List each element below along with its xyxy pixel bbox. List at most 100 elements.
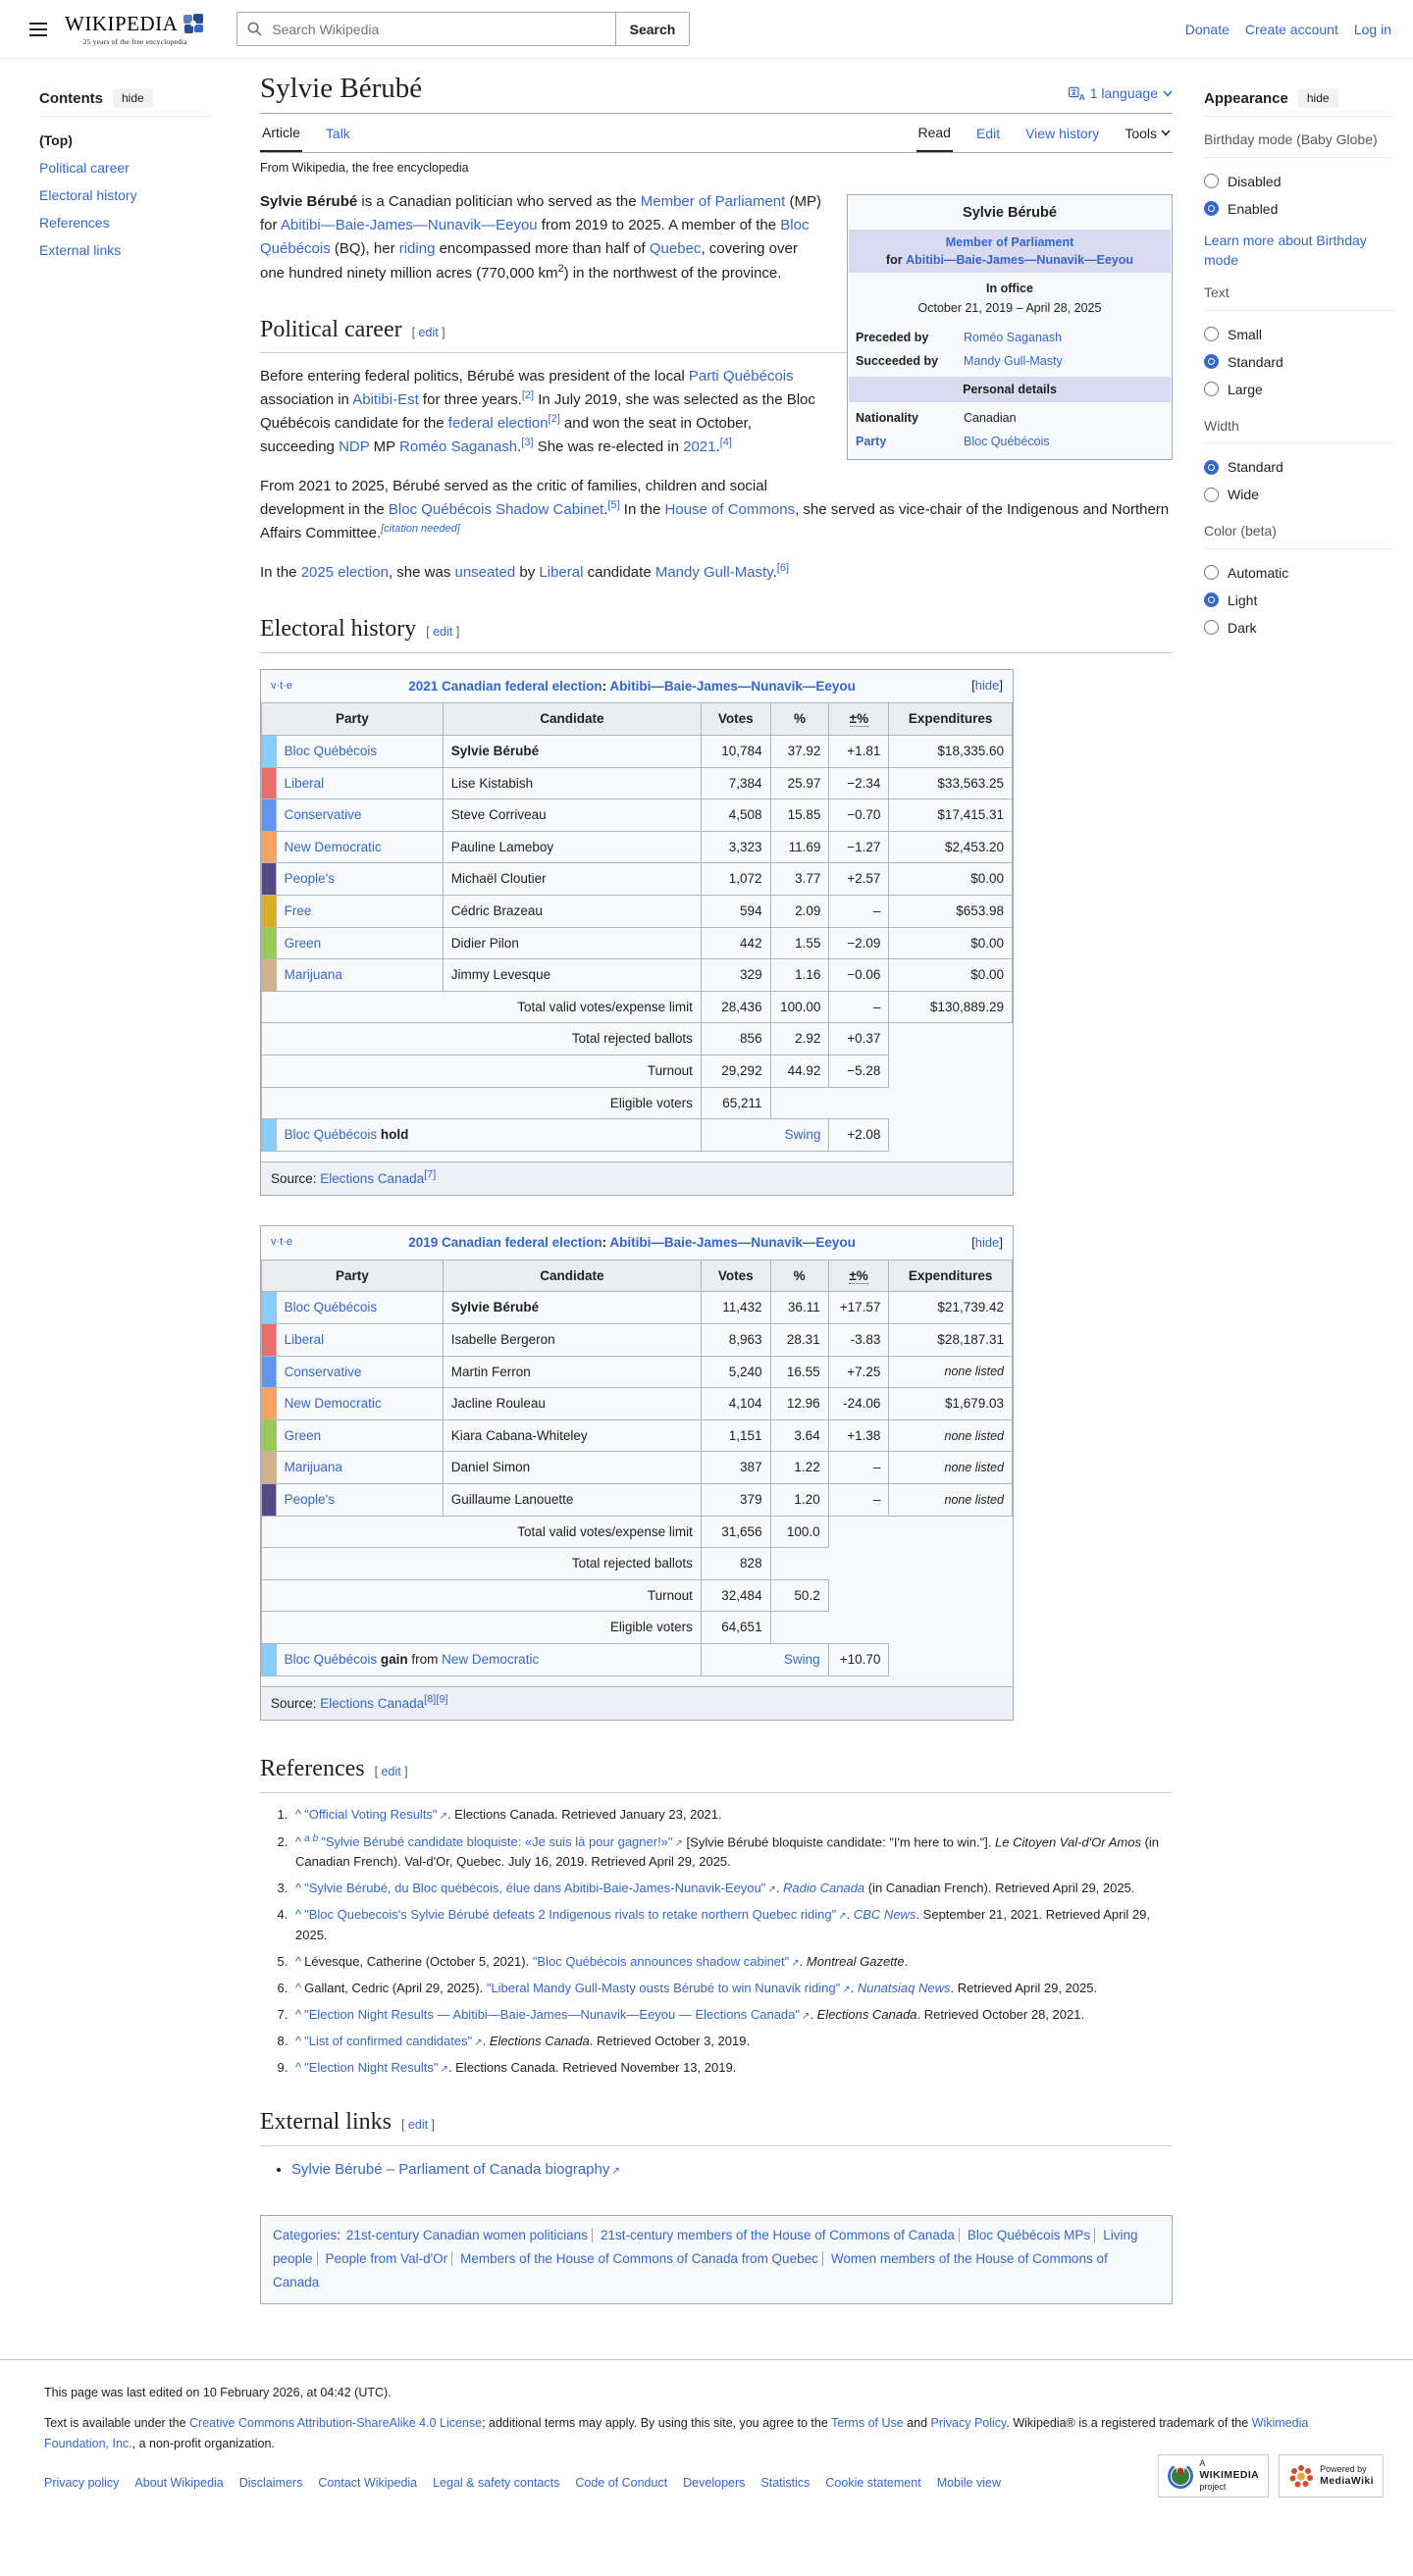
wiki-link[interactable]: Elections Canada (320, 1171, 424, 1186)
tab-edit[interactable]: Edit (974, 114, 1002, 152)
appearance-hide-button[interactable]: hide (1297, 88, 1338, 108)
radio-checked-icon[interactable] (1204, 592, 1219, 608)
election-link[interactable]: 2019 Canadian federal election (408, 1235, 602, 1250)
party-link[interactable]: Bloc Québécois (285, 1300, 378, 1314)
wiki-link[interactable]: Abitibi—Baie-James—Nunavik—Eeyou (281, 217, 538, 233)
citation-ref-link[interactable]: [4] (720, 437, 732, 448)
party-link[interactable]: Marijuana (285, 967, 342, 982)
wiki-link[interactable]: Mandy Gull-Masty (655, 564, 773, 581)
swing-link[interactable]: Swing (785, 1127, 821, 1142)
radio-option-standard[interactable]: Standard (1204, 453, 1393, 481)
backref-caret-link[interactable]: ^ (295, 1907, 301, 1922)
footer-link-about-wikipedia[interactable]: About Wikipedia (134, 2476, 223, 2490)
riding-link[interactable]: Abitibi—Baie-James—Nunavik—Eeyou (609, 1235, 856, 1250)
wiki-link[interactable]: 2021 (683, 438, 715, 455)
tab-read[interactable]: Read (916, 114, 953, 152)
radio-unchecked-icon[interactable] (1204, 382, 1219, 397)
wiki-link[interactable]: NDP (339, 438, 369, 455)
party-link[interactable]: New Democratic (285, 840, 382, 854)
party-link[interactable]: Free (285, 903, 312, 918)
wiki-link[interactable]: Roméo Saganash (964, 331, 1062, 344)
party-link[interactable]: Green (285, 1428, 322, 1443)
wiki-link[interactable]: Elections Canada (320, 1696, 424, 1711)
radio-option-wide[interactable]: Wide (1204, 481, 1393, 508)
vte-link[interactable]: t (280, 1236, 283, 1248)
backref-caret-link[interactable]: ^ (295, 1954, 301, 1969)
wiki-link[interactable]: Bloc Québécois Shadow Cabinet (389, 501, 603, 518)
edit-link[interactable]: edit (419, 326, 439, 339)
radio-option-standard[interactable]: Standard (1204, 348, 1393, 376)
external-link[interactable]: "Liberal Mandy Gull-Masty ousts Bérubé t… (487, 1981, 851, 1995)
party-link[interactable]: Liberal (285, 1332, 325, 1347)
category-link[interactable]: 21st-century Canadian women politicians (346, 2228, 588, 2242)
contents-hide-button[interactable]: hide (113, 88, 153, 108)
wiki-link[interactable]: Quebec (650, 240, 702, 257)
wiki-link[interactable]: Mandy Gull-Masty (964, 354, 1063, 368)
external-link[interactable]: "List of confirmed candidates" (304, 2034, 483, 2048)
wiki-link[interactable]: Creative Commons Attribution-ShareAlike … (189, 2416, 482, 2430)
radio-unchecked-icon[interactable] (1204, 565, 1219, 581)
log-in-link[interactable]: Log in (1354, 22, 1391, 37)
backref-caret-link[interactable]: ^ (295, 2060, 301, 2075)
tab-tools[interactable]: Tools (1123, 114, 1173, 152)
footer-link-statistics[interactable]: Statistics (760, 2476, 810, 2490)
hide-link[interactable]: hide (975, 678, 1000, 693)
wiki-link[interactable]: riding (399, 240, 436, 257)
backref-caret-link[interactable]: ^ (295, 1880, 301, 1895)
external-link[interactable]: "Sylvie Bérubé candidate bloquiste: «Je … (321, 1834, 683, 1849)
office-link[interactable]: Member of Parliament (946, 235, 1074, 249)
wiki-link[interactable]: Radio Canada (783, 1880, 864, 1895)
wiki-link[interactable]: Party (856, 435, 886, 448)
radio-option-automatic[interactable]: Automatic (1204, 559, 1393, 587)
election-link[interactable]: 2021 Canadian federal election (408, 679, 602, 694)
wiki-link[interactable]: Nunatsiaq News (858, 1981, 951, 1995)
party-link[interactable]: Bloc Québécois (285, 744, 378, 758)
party-link[interactable]: Conservative (285, 1365, 362, 1379)
hamburger-menu-icon[interactable] (29, 22, 47, 36)
party-link[interactable]: People's (285, 1492, 335, 1507)
external-link[interactable]: "Bloc Québécois announces shadow cabinet… (533, 1954, 800, 1969)
radio-checked-icon[interactable] (1204, 201, 1219, 217)
citation-ref-link[interactable]: [8][9] (424, 1693, 447, 1705)
citation-ref-link[interactable]: [5] (607, 499, 619, 511)
backref-caret-link[interactable]: ^ (295, 1834, 301, 1849)
external-link[interactable]: "Bloc Quebecois's Sylvie Bérubé defeats … (304, 1907, 847, 1922)
category-link[interactable]: People from Val-d'Or (326, 2251, 448, 2266)
wiki-link[interactable]: New Democratic (442, 1652, 539, 1667)
language-button[interactable]: A 1 language (1068, 85, 1173, 105)
category-link[interactable]: Bloc Québécois MPs (968, 2228, 1090, 2242)
swing-link[interactable]: Swing (784, 1652, 820, 1667)
wiki-link[interactable]: Bloc Québécois (964, 435, 1050, 448)
radio-option-large[interactable]: Large (1204, 376, 1393, 403)
categories-link[interactable]: Categories (273, 2228, 337, 2242)
toc-link[interactable]: External links (39, 242, 240, 258)
external-link[interactable]: "Sylvie Bérubé, du Bloc québécois, élue … (304, 1880, 776, 1895)
wiki-link[interactable]: Roméo Saganash (399, 438, 517, 455)
donate-link[interactable]: Donate (1185, 22, 1230, 37)
backref-letter-link[interactable]: a (304, 1833, 310, 1844)
wiki-link[interactable]: Abitibi-Est (352, 391, 419, 408)
party-link[interactable]: Marijuana (285, 1460, 342, 1474)
radio-option-enabled[interactable]: Enabled (1204, 195, 1393, 223)
citation-ref-link[interactable]: [7] (424, 1168, 436, 1180)
wikipedia-logo[interactable]: WIKIPEDIA 25 years of the free encyclope… (65, 12, 205, 46)
party-link[interactable]: People's (285, 871, 335, 886)
party-link[interactable]: Liberal (285, 776, 325, 791)
wiki-link[interactable]: unseated (454, 564, 515, 581)
radio-option-dark[interactable]: Dark (1204, 614, 1393, 642)
search-button[interactable]: Search (614, 13, 690, 45)
party-link[interactable]: New Democratic (285, 1396, 382, 1411)
footer-link-privacy-policy[interactable]: Privacy policy (44, 2476, 119, 2490)
toc-link[interactable]: (Top) (39, 132, 240, 148)
backref-caret-link[interactable]: ^ (295, 2034, 301, 2048)
backref-caret-link[interactable]: ^ (295, 1981, 301, 1995)
category-link[interactable]: Members of the House of Commons of Canad… (460, 2251, 818, 2266)
citation-ref-link[interactable]: [2] (549, 413, 560, 425)
wikimedia-project-badge[interactable]: A WIKIMEDIA project (1158, 2453, 1270, 2498)
footer-link-developers[interactable]: Developers (683, 2476, 745, 2490)
radio-option-light[interactable]: Light (1204, 587, 1393, 614)
radio-unchecked-icon[interactable] (1204, 487, 1219, 502)
toc-link[interactable]: References (39, 215, 240, 231)
radio-option-small[interactable]: Small (1204, 321, 1393, 348)
tab-talk[interactable]: Talk (324, 114, 352, 152)
